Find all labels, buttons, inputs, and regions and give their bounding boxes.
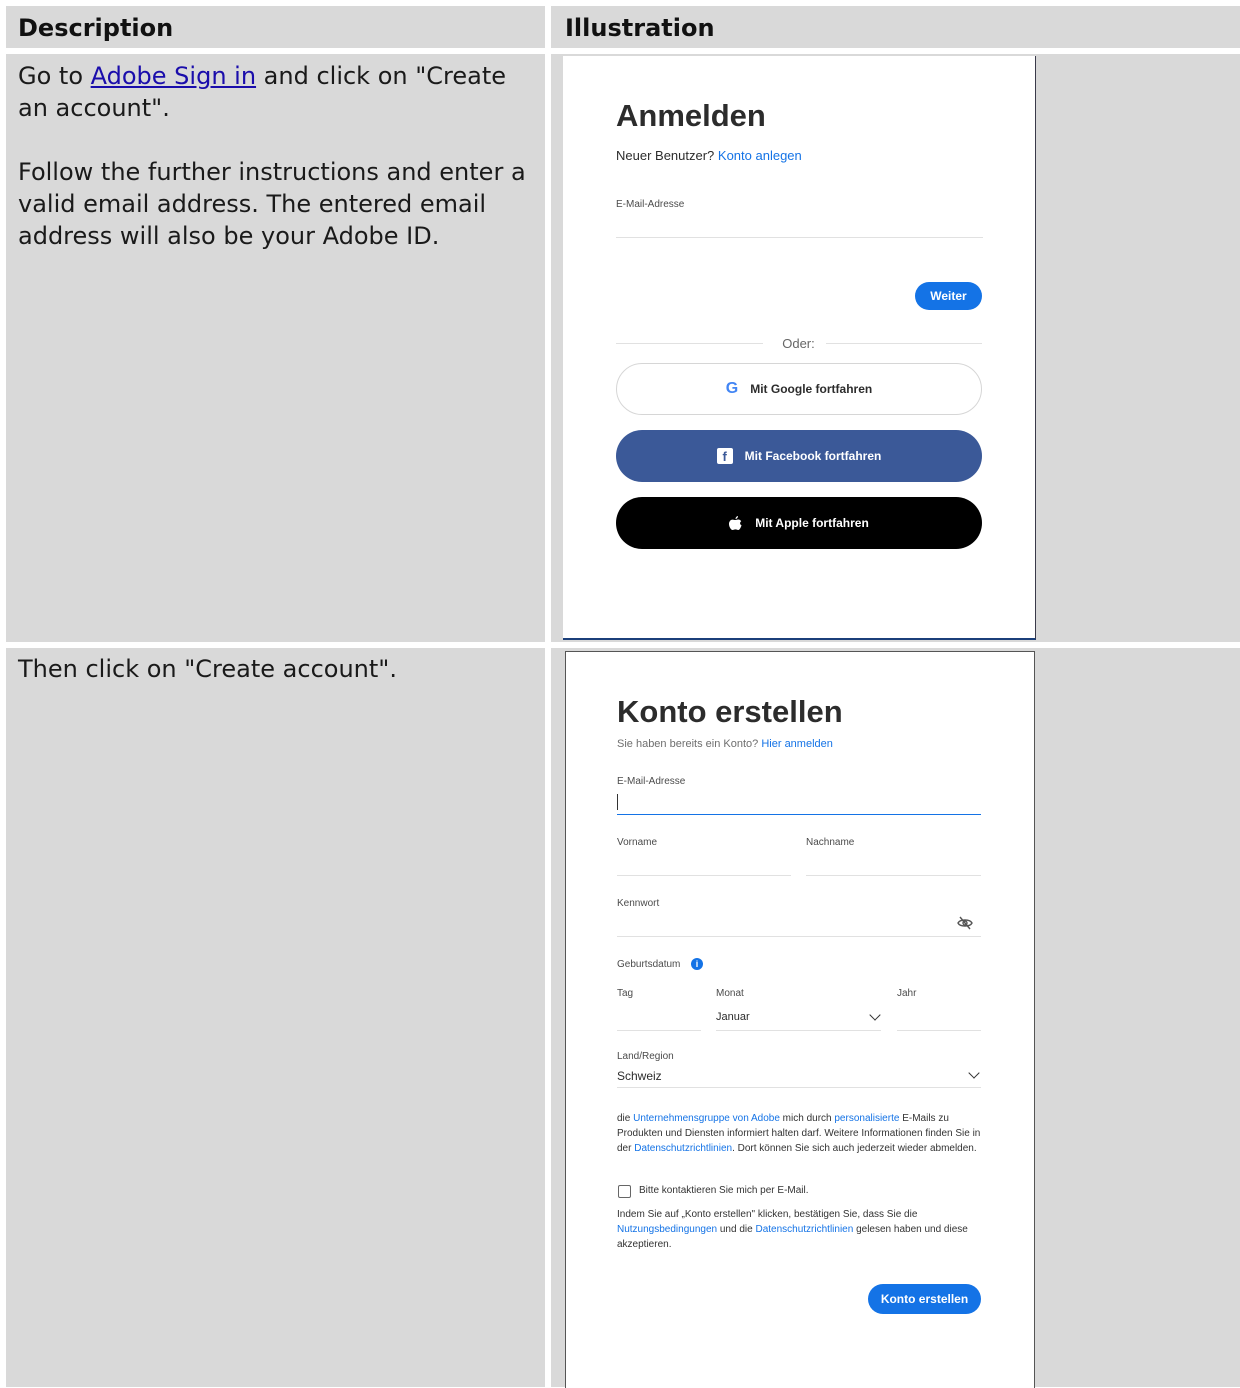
privacy-link[interactable]: Datenschutzrichtlinien [755, 1224, 853, 1235]
chevron-down-icon[interactable] [968, 1067, 980, 1079]
row1-description: Go to Adobe Sign in and click on "Create… [18, 60, 538, 252]
signup-title: Konto erstellen [617, 694, 843, 729]
contact-checkbox[interactable] [618, 1185, 631, 1198]
adobe-group-link[interactable]: Unternehmensgruppe von Adobe [633, 1113, 780, 1124]
firstname-input[interactable] [617, 875, 791, 876]
day-label: Tag [617, 988, 634, 999]
consent-text: die Unternehmensgruppe von Adobe mich du… [617, 1113, 981, 1154]
birthdate-label: Geburtsdatum [617, 959, 681, 970]
year-input[interactable] [897, 1030, 981, 1031]
apple-button[interactable]: Mit Apple fortfahren [616, 497, 982, 549]
signup-screenshot: Konto erstellen Sie haben bereits ein Ko… [565, 651, 1035, 1388]
chevron-down-icon[interactable] [869, 1009, 881, 1021]
table-column-divider [545, 6, 551, 1387]
have-account-line: Sie haben bereits ein Konto? Hier anmeld… [617, 738, 833, 750]
password-input[interactable] [617, 936, 981, 937]
row1-paragraph1: Go to Adobe Sign in and click on "Create… [18, 62, 507, 122]
personalized-link[interactable]: personalisierte [834, 1113, 899, 1124]
row2-description: Then click on "Create account". [18, 655, 397, 683]
create-account-link[interactable]: Konto anlegen [718, 148, 802, 163]
password-label: Kennwort [617, 898, 660, 909]
or-text: Oder: [782, 336, 815, 351]
adobe-signin-link[interactable]: Adobe Sign in [91, 62, 256, 90]
continue-button[interactable]: Weiter [915, 282, 982, 310]
new-user-line: Neuer Benutzer? Konto anlegen [616, 148, 802, 163]
country-value: Schweiz [617, 1069, 662, 1083]
signin-title: Anmelden [616, 98, 766, 133]
header-description: Description [18, 14, 174, 42]
signin-link[interactable]: Hier anmelden [761, 738, 833, 750]
or-divider-left [616, 343, 763, 344]
month-select[interactable] [716, 1030, 881, 1031]
row1-paragraph2: Follow the further instructions and ente… [18, 158, 526, 250]
apple-icon [729, 515, 742, 530]
month-label: Monat [716, 988, 744, 999]
info-icon[interactable]: i [691, 958, 703, 970]
month-value: Januar [716, 1011, 750, 1023]
header-illustration: Illustration [565, 14, 715, 42]
facebook-button[interactable]: f Mit Facebook fortfahren [616, 430, 982, 482]
year-label: Jahr [897, 988, 917, 999]
signin-screenshot: Anmelden Neuer Benutzer? Konto anlegen E… [563, 56, 1036, 640]
facebook-icon: f [716, 448, 733, 464]
or-divider-right [826, 343, 982, 344]
terms-link[interactable]: Nutzungsbedingungen [617, 1224, 717, 1235]
firstname-label: Vorname [617, 837, 658, 848]
table-header-divider [6, 48, 1240, 54]
create-account-button[interactable]: Konto erstellen [868, 1284, 981, 1314]
day-input[interactable] [617, 1030, 701, 1031]
google-button[interactable]: G Mit Google fortfahren [616, 363, 982, 415]
checkbox-label: Bitte kontaktieren Sie mich per E-Mail. [639, 1185, 809, 1196]
email-input[interactable] [616, 237, 983, 238]
terms-text: Indem Sie auf „Konto erstellen" klicken,… [617, 1209, 968, 1250]
lastname-input[interactable] [806, 875, 981, 876]
lastname-label: Nachname [806, 837, 855, 848]
email-label: E-Mail-Adresse [616, 199, 685, 210]
table-row-divider [6, 642, 1240, 648]
country-label: Land/Region [617, 1051, 674, 1062]
email-label: E-Mail-Adresse [617, 776, 686, 787]
text-cursor [617, 794, 618, 810]
eye-slash-icon[interactable] [957, 916, 973, 930]
privacy-link[interactable]: Datenschutzrichtlinien [634, 1143, 732, 1154]
country-select[interactable] [617, 1087, 981, 1088]
email-input[interactable] [617, 814, 981, 815]
google-icon: G [725, 380, 739, 397]
